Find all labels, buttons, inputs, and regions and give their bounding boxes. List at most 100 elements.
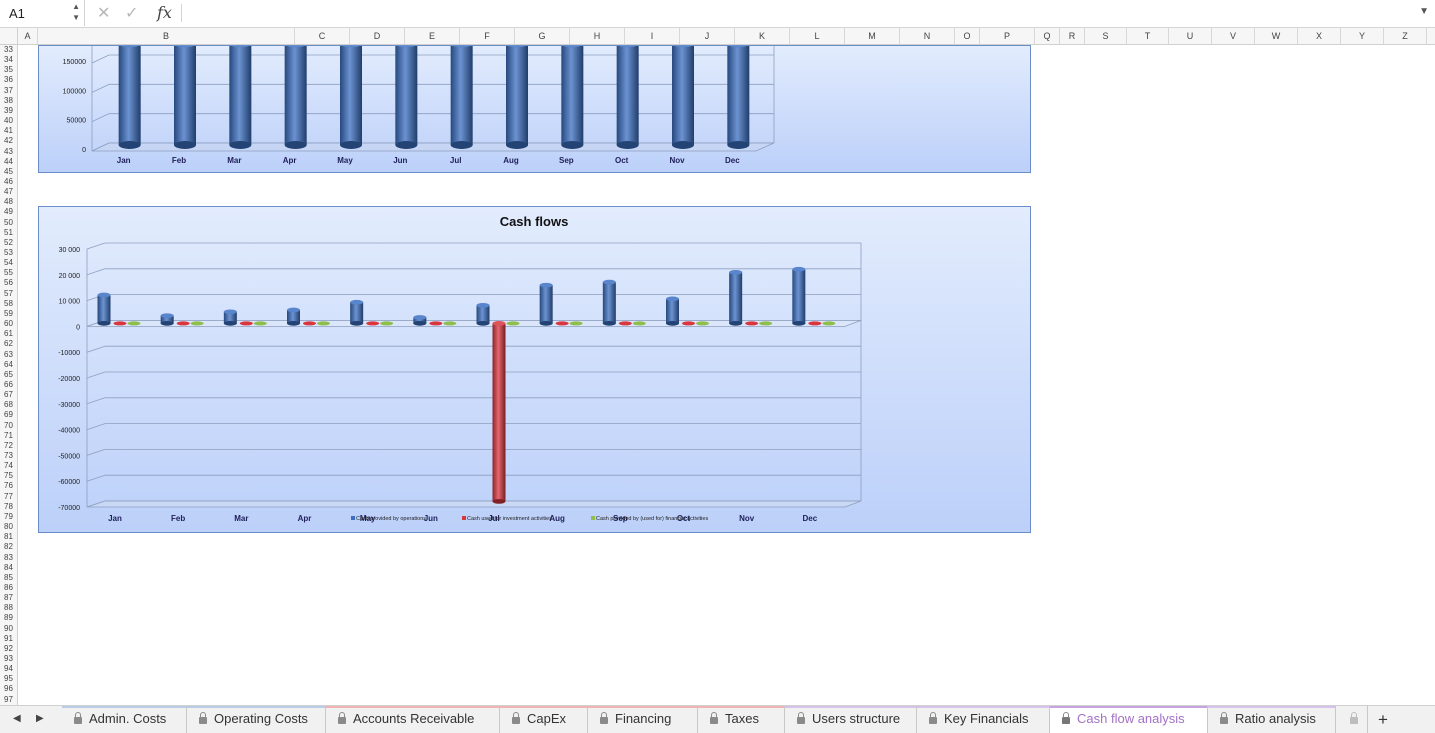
column-header-e[interactable]: E (405, 28, 460, 44)
column-header-d[interactable]: D (350, 28, 405, 44)
row-header-52[interactable]: 52 (0, 238, 17, 248)
row-header-89[interactable]: 89 (0, 613, 17, 623)
fx-icon[interactable]: fx (157, 3, 172, 22)
tab-prev-icon[interactable]: ◀ (13, 713, 21, 724)
sheet-tab-ratio-analysis[interactable]: Ratio analysis (1208, 706, 1336, 733)
sheet-tab-financing[interactable]: Financing (588, 706, 698, 733)
column-header-j[interactable]: J (680, 28, 735, 44)
row-header-41[interactable]: 41 (0, 126, 17, 136)
row-header-43[interactable]: 43 (0, 147, 17, 157)
row-header-60[interactable]: 60 (0, 319, 17, 329)
column-header-r[interactable]: R (1060, 28, 1085, 44)
column-header-i[interactable]: I (625, 28, 680, 44)
row-header-78[interactable]: 78 (0, 502, 17, 512)
row-header-46[interactable]: 46 (0, 177, 17, 187)
row-header-67[interactable]: 67 (0, 390, 17, 400)
row-header-87[interactable]: 87 (0, 593, 17, 603)
column-header-o[interactable]: O (955, 28, 980, 44)
row-header-91[interactable]: 91 (0, 634, 17, 644)
sheet-tab-admin-costs[interactable]: Admin. Costs (62, 706, 187, 733)
column-header-s[interactable]: S (1085, 28, 1127, 44)
row-header-50[interactable]: 50 (0, 218, 17, 228)
row-header-95[interactable]: 95 (0, 674, 17, 684)
row-header-40[interactable]: 40 (0, 116, 17, 126)
column-header-x[interactable]: X (1298, 28, 1341, 44)
row-header-61[interactable]: 61 (0, 329, 17, 339)
row-header-88[interactable]: 88 (0, 603, 17, 613)
row-header-96[interactable]: 96 (0, 684, 17, 694)
sheet-tab-accounts-receivable[interactable]: Accounts Receivable (326, 706, 500, 733)
top-bar-chart[interactable]: 050000100000150000JanFebMarAprMayJunJulA… (38, 45, 1031, 173)
row-header-94[interactable]: 94 (0, 664, 17, 674)
row-header-55[interactable]: 55 (0, 268, 17, 278)
row-header-48[interactable]: 48 (0, 197, 17, 207)
row-header-59[interactable]: 59 (0, 309, 17, 319)
row-header-51[interactable]: 51 (0, 228, 17, 238)
row-header-64[interactable]: 64 (0, 360, 17, 370)
row-header-35[interactable]: 35 (0, 65, 17, 75)
row-header-77[interactable]: 77 (0, 492, 17, 502)
select-all-corner[interactable] (0, 28, 18, 44)
row-header-73[interactable]: 73 (0, 451, 17, 461)
row-header-68[interactable]: 68 (0, 400, 17, 410)
row-header-58[interactable]: 58 (0, 299, 17, 309)
row-header-93[interactable]: 93 (0, 654, 17, 664)
row-header-69[interactable]: 69 (0, 410, 17, 420)
column-header-l[interactable]: L (790, 28, 845, 44)
row-header-63[interactable]: 63 (0, 350, 17, 360)
row-header-47[interactable]: 47 (0, 187, 17, 197)
row-header-79[interactable]: 79 (0, 512, 17, 522)
row-header-33[interactable]: 33 (0, 45, 17, 55)
cash-flows-chart[interactable]: Cash flows30 00020 00010 0000-10000-2000… (38, 206, 1031, 533)
row-header-36[interactable]: 36 (0, 75, 17, 85)
column-header-m[interactable]: M (845, 28, 900, 44)
cancel-icon[interactable]: ✕ (97, 3, 110, 23)
sheet-tab-taxes[interactable]: Taxes (698, 706, 785, 733)
sheet-tab-cash-flow-analysis[interactable]: Cash flow analysis (1050, 706, 1208, 733)
row-header-49[interactable]: 49 (0, 207, 17, 217)
column-header-c[interactable]: C (295, 28, 350, 44)
sheet-tab-operating-costs[interactable]: Operating Costs (187, 706, 326, 733)
column-header-y[interactable]: Y (1341, 28, 1384, 44)
column-header-f[interactable]: F (460, 28, 515, 44)
row-header-92[interactable]: 92 (0, 644, 17, 654)
row-header-62[interactable]: 62 (0, 339, 17, 349)
row-header-97[interactable]: 97 (0, 695, 17, 705)
confirm-icon[interactable]: ✓ (125, 3, 138, 23)
row-header-39[interactable]: 39 (0, 106, 17, 116)
tab-next-icon[interactable]: ▶ (36, 713, 44, 724)
row-header-80[interactable]: 80 (0, 522, 17, 532)
row-header-54[interactable]: 54 (0, 258, 17, 268)
row-header-76[interactable]: 76 (0, 481, 17, 491)
row-header-56[interactable]: 56 (0, 278, 17, 288)
row-header-81[interactable]: 81 (0, 532, 17, 542)
name-box-stepper-icon[interactable]: ▲▼ (72, 1, 80, 23)
row-header-66[interactable]: 66 (0, 380, 17, 390)
row-header-57[interactable]: 57 (0, 289, 17, 299)
column-header-a[interactable]: A (18, 28, 38, 44)
column-header-u[interactable]: U (1169, 28, 1212, 44)
row-header-90[interactable]: 90 (0, 624, 17, 634)
row-header-82[interactable]: 82 (0, 542, 17, 552)
name-box-value[interactable]: A1 (9, 6, 25, 21)
sheet-tab-key-financials[interactable]: Key Financials (917, 706, 1050, 733)
column-header-t[interactable]: T (1127, 28, 1169, 44)
row-header-84[interactable]: 84 (0, 563, 17, 573)
column-header-h[interactable]: H (570, 28, 625, 44)
row-header-34[interactable]: 34 (0, 55, 17, 65)
row-header-45[interactable]: 45 (0, 167, 17, 177)
row-header-42[interactable]: 42 (0, 136, 17, 146)
row-header-83[interactable]: 83 (0, 553, 17, 563)
row-header-65[interactable]: 65 (0, 370, 17, 380)
sheet-tab-users-structure[interactable]: Users structure (785, 706, 917, 733)
row-header-38[interactable]: 38 (0, 96, 17, 106)
row-header-37[interactable]: 37 (0, 86, 17, 96)
column-header-g[interactable]: G (515, 28, 570, 44)
column-header-n[interactable]: N (900, 28, 955, 44)
sheet-tab-capex[interactable]: CapEx (500, 706, 588, 733)
column-header-q[interactable]: Q (1035, 28, 1060, 44)
formula-expand-icon[interactable]: ▼ (1419, 6, 1429, 17)
row-header-74[interactable]: 74 (0, 461, 17, 471)
row-header-53[interactable]: 53 (0, 248, 17, 258)
row-header-86[interactable]: 86 (0, 583, 17, 593)
